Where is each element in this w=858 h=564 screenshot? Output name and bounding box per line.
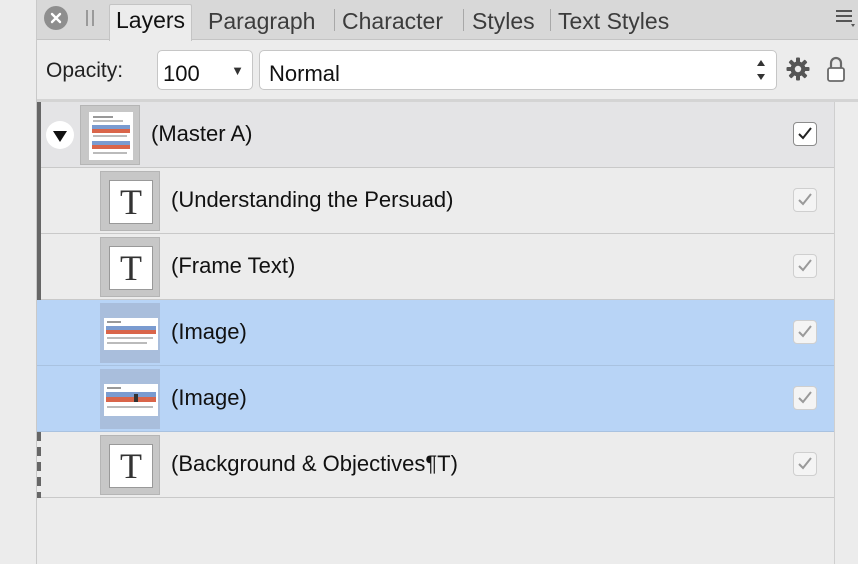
scrollbar-track[interactable] (834, 102, 858, 564)
layer-row-image[interactable]: (Image) (37, 300, 834, 366)
left-dock-strip (0, 0, 37, 564)
layer-row-text[interactable]: T (Background & Objectives¶T) (37, 432, 834, 498)
layer-toolbar: Opacity: 100 ▼ Normal (37, 41, 858, 99)
panel-tab-bar: Layers Paragraph Character Styles Text S… (37, 0, 858, 41)
layer-thumbnail (80, 105, 140, 165)
tab-styles[interactable]: Styles (472, 6, 535, 40)
visibility-checkbox[interactable] (793, 122, 817, 146)
panel-menu-icon[interactable] (836, 10, 856, 28)
visibility-checkbox[interactable] (793, 386, 817, 410)
tab-layers[interactable]: Layers (109, 4, 193, 41)
visibility-checkbox[interactable] (793, 254, 817, 278)
blend-mode-select[interactable]: Normal (259, 50, 777, 90)
image-thumbnail (100, 369, 160, 429)
layer-name: (Master A) (151, 121, 253, 146)
image-thumbnail (100, 303, 160, 363)
lock-icon[interactable] (826, 55, 846, 83)
tab-text-styles[interactable]: Text Styles (558, 6, 669, 40)
tab-label: Character (342, 8, 443, 34)
tab-separator (334, 9, 335, 31)
layer-name: (Frame Text) (171, 253, 296, 278)
chevron-down-icon: ▼ (231, 63, 244, 78)
close-icon[interactable] (44, 6, 68, 30)
tab-separator (463, 9, 464, 31)
tab-character[interactable]: Character (342, 6, 443, 40)
layer-row-image[interactable]: (Image) (37, 366, 834, 432)
opacity-label: Opacity: (46, 59, 124, 82)
tab-paragraph[interactable]: Paragraph (208, 6, 315, 40)
blend-mode-value: Normal (269, 61, 340, 86)
grip-icon[interactable] (85, 10, 95, 26)
visibility-checkbox[interactable] (793, 320, 817, 344)
stepper-arrows-icon (757, 60, 765, 80)
layer-row-text[interactable]: T (Understanding the Persuad) (37, 168, 834, 234)
layer-name: (Background & Objectives¶T) (171, 451, 458, 476)
visibility-checkbox[interactable] (793, 452, 817, 476)
tab-label: Styles (472, 8, 535, 34)
layers-panel: Layers Paragraph Character Styles Text S… (37, 0, 858, 564)
layer-depth-bar (37, 168, 41, 234)
layer-depth-bar (37, 234, 41, 300)
gear-icon[interactable] (786, 57, 810, 81)
opacity-value: 100 (163, 61, 200, 86)
layer-row-master[interactable]: (Master A) (37, 102, 834, 168)
visibility-checkbox[interactable] (793, 188, 817, 212)
disclosure-triangle-icon[interactable] (46, 121, 74, 149)
layer-depth-bar (37, 102, 41, 168)
text-layer-icon: T (100, 237, 160, 297)
tab-label: Paragraph (208, 8, 316, 34)
tab-label: Text Styles (558, 8, 670, 34)
text-layer-icon: T (100, 171, 160, 231)
opacity-dropdown[interactable]: 100 ▼ (157, 50, 253, 90)
layer-name: (Understanding the Persuad) (171, 187, 454, 212)
layer-depth-bar (37, 432, 41, 498)
text-layer-icon: T (100, 435, 160, 495)
layer-name: (Image) (171, 385, 247, 410)
tab-separator (550, 9, 551, 31)
layer-row-text[interactable]: T (Frame Text) (37, 234, 834, 300)
tab-label: Layers (116, 7, 186, 33)
layer-name: (Image) (171, 319, 247, 344)
